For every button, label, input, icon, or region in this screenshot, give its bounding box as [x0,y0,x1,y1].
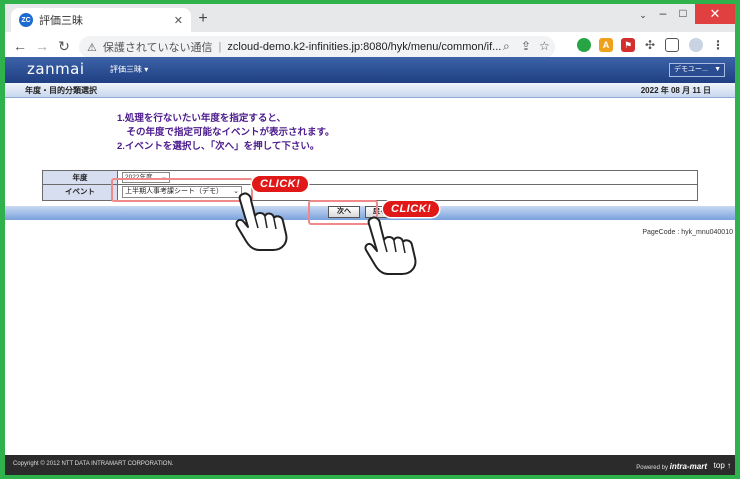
page-code: PageCode : hyk_mnu040010 [642,229,733,236]
tab-search-icon[interactable]: ⌄ [633,10,653,21]
share-icon[interactable]: ⇪ [521,39,531,53]
more-menu-icon[interactable]: ⋮ [711,38,725,52]
favicon-icon: ZC [19,13,33,27]
app-menu[interactable]: 評価三昧 ▾ [110,64,148,75]
copyright-text: Copyright © 2012 NTT DATA INTRAMART CORP… [13,461,174,467]
forward-icon[interactable]: → [33,38,51,54]
app-header: zanmai 評価三昧 ▾ デモユー... ▼ [5,57,735,83]
top-link[interactable]: top ↑ [714,461,731,470]
browser-tab[interactable]: ZC 評価三昧 ✕ [11,8,191,32]
bookmark-star-icon[interactable]: ☆ [539,39,550,53]
profile-avatar[interactable] [689,38,703,52]
url-text: zcloud-demo.k2-infinities.jp:8080/hyk/me… [227,41,502,53]
tab-title: 評価三昧 [39,15,83,27]
title-bar: 年度・目的分類選択 2022 年 08 月 11 日 [5,83,735,98]
window-close-icon[interactable]: ✕ [695,4,735,24]
extension-a-icon[interactable]: A [599,38,613,52]
year-label: 年度 [43,171,118,184]
instructions: 1.処理を行ないたい年度を指定すると、 その年度で指定可能なイベントが表示されま… [117,112,335,154]
footer: Copyright © 2012 NTT DATA INTRAMART CORP… [5,455,735,475]
instruction-line: 2.イベントを選択し、「次へ」を押して下さい。 [117,141,320,152]
url-field[interactable]: ⚠ 保護されていない通信 | zcloud-demo.k2-infinities… [79,36,555,58]
evernote-icon[interactable] [577,38,591,52]
security-label: 保護されていない通信 [102,42,213,54]
event-label: イベント [43,185,118,200]
intramart-logo: intra-mart [669,462,707,471]
instruction-line: その年度で指定可能なイベントが表示されます。 [117,127,335,138]
maximize-icon[interactable]: □ [673,6,693,20]
url-separator: | [218,41,222,53]
reload-icon[interactable]: ↻ [55,38,73,55]
tab-strip: ZC 評価三昧 ✕ + ⌄ – □ ✕ [5,4,735,32]
user-menu[interactable]: デモユー... ▼ [669,63,725,77]
caret-down-icon: ▼ [714,66,721,73]
minimize-icon[interactable]: – [653,6,673,20]
tab-close-icon[interactable]: ✕ [174,14,183,27]
zoom-icon[interactable]: ⌕ [503,39,510,54]
pointing-hand-icon [364,216,417,275]
side-panel-icon[interactable] [665,38,679,52]
instruction-line: 1.処理を行ないたい年度を指定すると、 [117,113,287,124]
powered-by: Powered by intra-mart [636,462,707,471]
pdf-icon[interactable]: ⚑ [621,38,635,52]
warning-icon: ⚠ [87,41,97,54]
page-date: 2022 年 08 月 11 日 [640,86,711,95]
new-tab-icon[interactable]: + [193,10,213,28]
app-logo[interactable]: zanmai [27,60,85,78]
browser-window: ZC 評価三昧 ✕ + ⌄ – □ ✕ ← → ↻ ⚠ 保護されていない通信 |… [5,4,735,475]
user-menu-label: デモユー... [674,66,708,73]
back-icon[interactable]: ← [11,38,29,54]
event-select-highlight [111,178,253,202]
extensions-icon[interactable]: ✣ [643,38,657,52]
powered-by-label: Powered by [636,465,668,471]
page-title: 年度・目的分類選択 [25,86,97,95]
pointing-hand-icon [235,192,288,251]
